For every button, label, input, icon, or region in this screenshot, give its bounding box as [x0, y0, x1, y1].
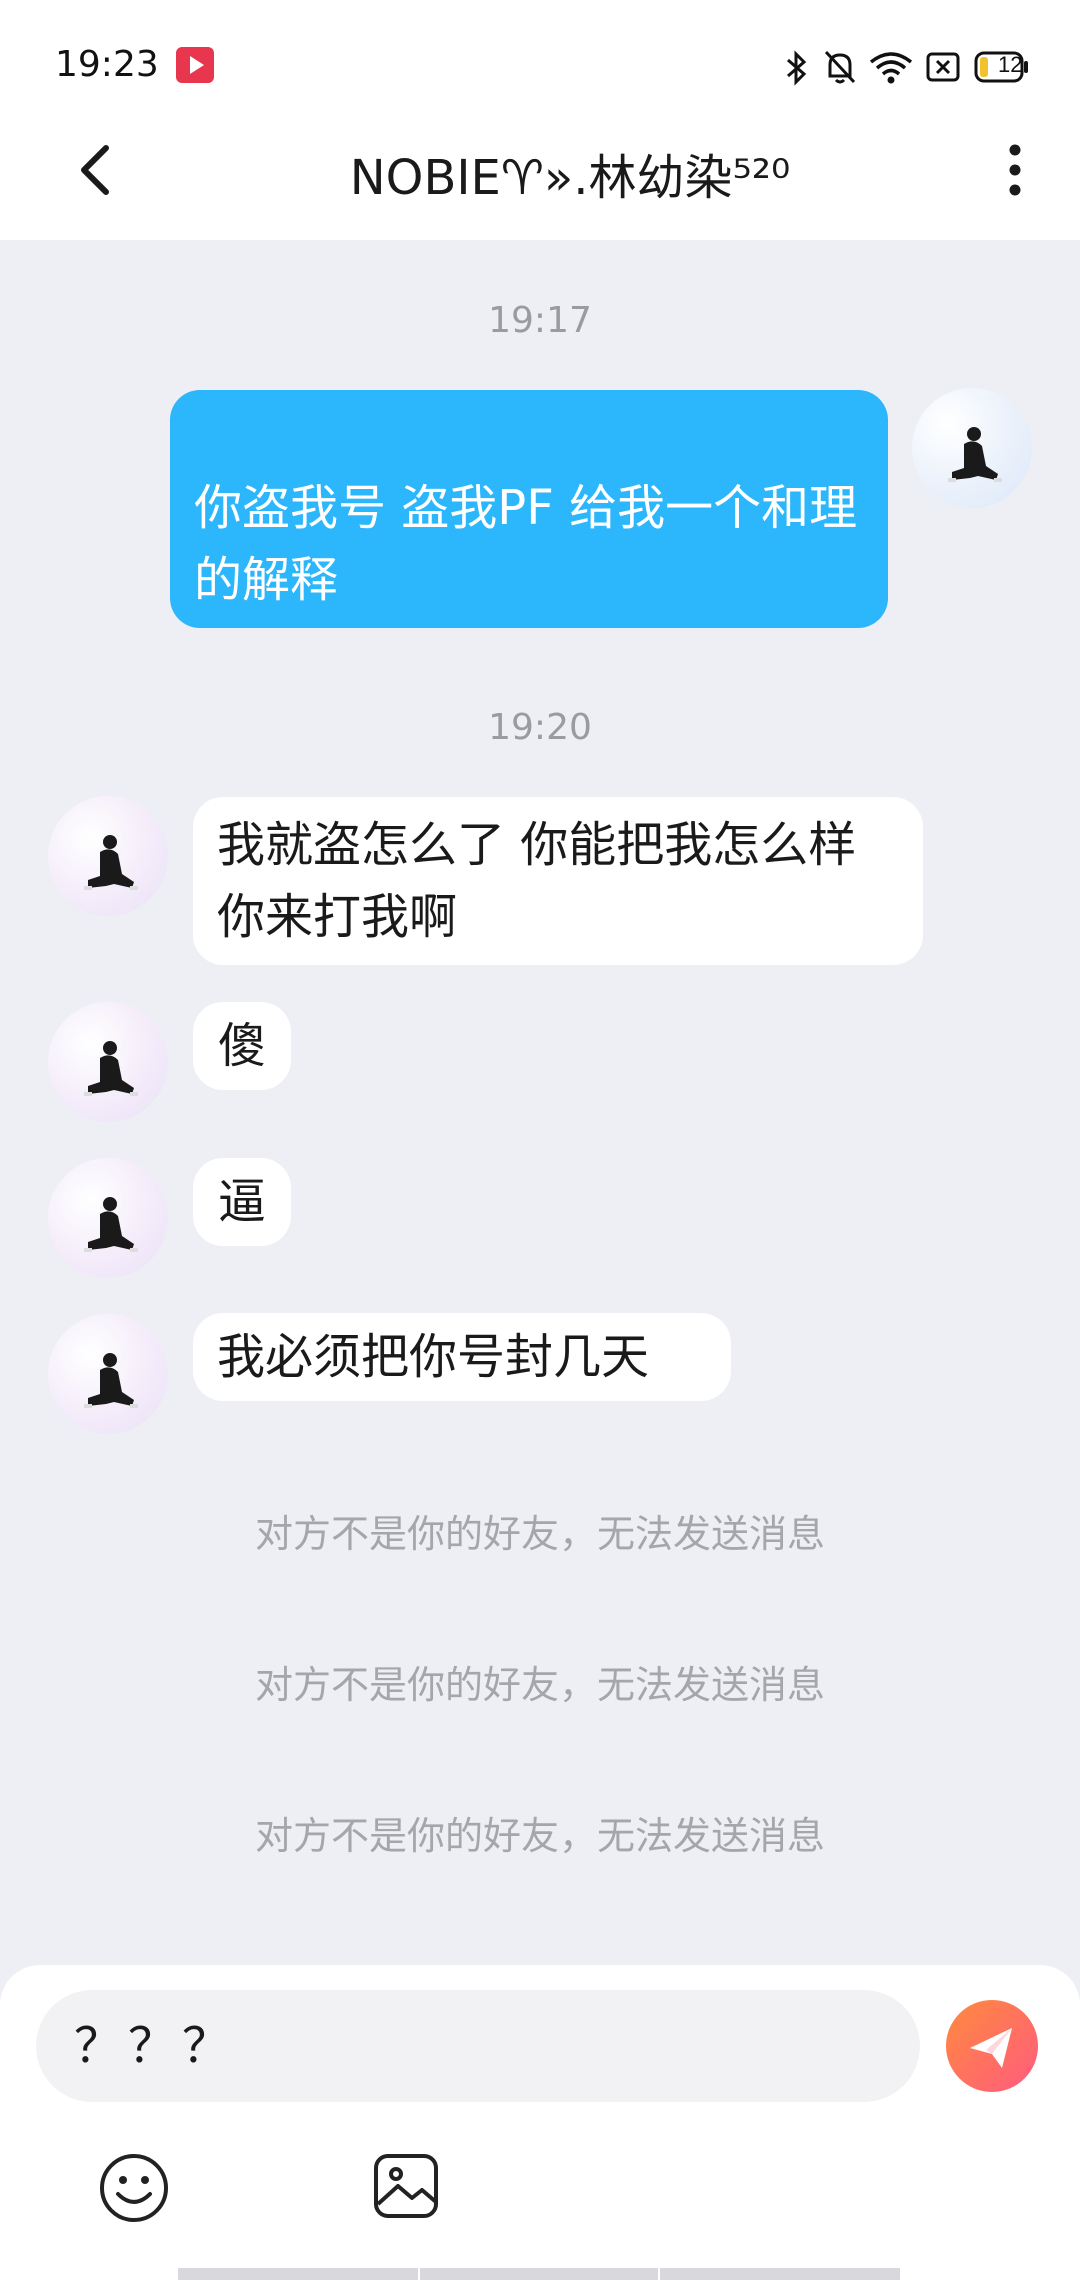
- chat-title: NOBIE♈︎».林幼染⁵²⁰: [349, 150, 791, 206]
- status-bar: [0, 0, 1080, 130]
- received-message-text: 傻: [217, 1018, 266, 1074]
- contact-avatar[interactable]: [48, 796, 168, 916]
- received-message-text: 逼: [217, 1174, 266, 1230]
- received-message-bubble[interactable]: 我就盗怎么了 你能把我怎么样 你来打我啊: [193, 797, 923, 965]
- home-indicator: [660, 2268, 900, 2280]
- system-notice: 对方不是你的好友，无法发送消息: [254, 1512, 825, 1556]
- my-avatar[interactable]: [912, 388, 1032, 508]
- video-app-icon: [176, 47, 214, 83]
- back-arrow-icon[interactable]: [70, 140, 120, 200]
- home-indicator: [420, 2268, 658, 2280]
- system-notice: 对方不是你的好友，无法发送消息: [254, 1663, 825, 1707]
- image-icon[interactable]: [372, 2152, 440, 2220]
- received-message-bubble[interactable]: 逼: [193, 1158, 291, 1246]
- system-notice: 对方不是你的好友，无法发送消息: [254, 1814, 825, 1858]
- received-message-bubble[interactable]: 我必须把你号封几天: [193, 1313, 731, 1401]
- message-timestamp: 19:20: [488, 707, 592, 748]
- sent-message-bubble[interactable]: 你盗我号 盗我PF 给我一个和理的解释: [170, 390, 888, 628]
- status-time: 19:23: [55, 44, 159, 85]
- sim-icon: [926, 52, 960, 82]
- person-figure-icon: [948, 427, 1002, 482]
- message-timestamp: 19:17: [488, 300, 592, 341]
- received-message-text: 我就盗怎么了 你能把我怎么样 你来打我啊: [217, 817, 857, 945]
- mute-bell-icon: [824, 50, 856, 84]
- emoji-icon[interactable]: [98, 2152, 170, 2224]
- person-figure-icon: [84, 835, 138, 890]
- person-figure-icon: [84, 1041, 138, 1096]
- contact-avatar[interactable]: [48, 1314, 168, 1434]
- more-options-icon[interactable]: [1000, 140, 1030, 200]
- received-message-text: 我必须把你号封几天: [217, 1329, 650, 1385]
- contact-avatar[interactable]: [48, 1002, 168, 1122]
- received-message-bubble[interactable]: 傻: [193, 1002, 291, 1090]
- paper-plane-icon: [970, 2028, 1012, 2068]
- battery-level: 12: [998, 52, 1023, 77]
- person-figure-icon: [84, 1197, 138, 1252]
- contact-avatar[interactable]: [48, 1158, 168, 1278]
- home-indicator: [178, 2268, 418, 2280]
- send-button[interactable]: [946, 2000, 1038, 2092]
- person-figure-icon: [84, 1353, 138, 1408]
- sent-message-text: 你盗我号 盗我PF 给我一个和理的解释: [194, 480, 858, 608]
- message-input[interactable]: ？？？: [36, 1990, 920, 2102]
- bluetooth-icon: [787, 50, 807, 86]
- wifi-icon: [869, 52, 913, 84]
